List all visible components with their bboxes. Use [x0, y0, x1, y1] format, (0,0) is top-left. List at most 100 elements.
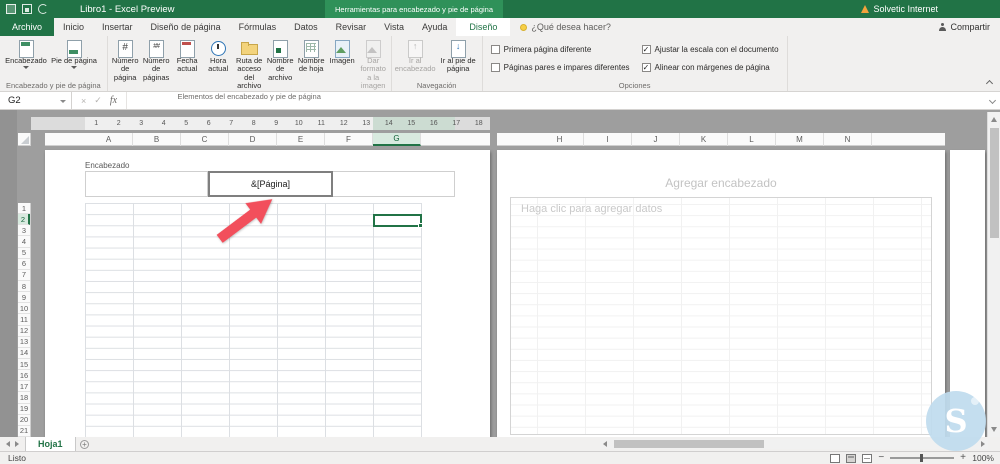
horizontal-scrollbar-thumb[interactable]	[614, 440, 764, 448]
zoom-level[interactable]: 100%	[972, 453, 994, 463]
row-header-11[interactable]: 11	[18, 314, 30, 326]
imagen-button[interactable]: Imagen	[327, 37, 358, 91]
ribbon-tab-diseno-de-pagina[interactable]: Diseño de página	[142, 18, 230, 36]
column-header-f[interactable]: F	[325, 133, 373, 146]
row-header-18[interactable]: 18	[18, 392, 30, 404]
scroll-up-icon[interactable]	[991, 117, 997, 122]
pie-de-pagina-button[interactable]: Pie de página	[50, 37, 98, 80]
column-header-b[interactable]: B	[133, 133, 181, 146]
tell-me-box[interactable]: ¿Qué desea hacer?	[510, 18, 621, 36]
vertical-scrollbar[interactable]	[987, 112, 1000, 437]
paginas-pares-e-impares-diferentes-checkbox[interactable]: Páginas pares e impares diferentes	[490, 61, 630, 74]
column-header-h[interactable]: H	[536, 133, 584, 146]
ruta-de-acceso-del-archivo-button[interactable]: Ruta de acceso del archivo	[234, 37, 265, 91]
zoom-slider-thumb[interactable]	[920, 454, 924, 462]
ribbon-tab-vista[interactable]: Vista	[375, 18, 413, 36]
row-header-4[interactable]: 4	[18, 236, 30, 248]
nombre-de-hoja-button[interactable]: Nombre de hoja	[296, 37, 327, 91]
row-header-20[interactable]: 20	[18, 415, 30, 426]
cell-grid-page1[interactable]	[85, 203, 422, 437]
header-left-section[interactable]	[85, 171, 208, 197]
column-header-g[interactable]: G	[373, 133, 421, 146]
row-header-19[interactable]: 19	[18, 404, 30, 415]
account-info[interactable]: Solvetic Internet	[861, 4, 938, 14]
alinear-con-margenes-de-pagina-checkbox[interactable]: ✓ Alinear con márgenes de página	[641, 61, 779, 74]
row-header-5[interactable]: 5	[18, 248, 30, 259]
page2-data-region[interactable]: Haga clic para agregar datos	[510, 197, 932, 435]
primera-pagina-diferente-checkbox[interactable]: Primera página diferente	[490, 43, 630, 56]
cancel-icon[interactable]: ×	[81, 96, 86, 106]
hora-actual-button[interactable]: Hora actual	[203, 37, 234, 91]
row-header-16[interactable]: 16	[18, 370, 30, 382]
header-right-section[interactable]	[333, 171, 455, 197]
name-box[interactable]: G2	[0, 92, 72, 109]
ribbon-tab-formulas[interactable]: Fórmulas	[230, 18, 286, 36]
zoom-out-button[interactable]: −	[878, 453, 884, 463]
ribbon-tab-insertar[interactable]: Insertar	[93, 18, 142, 36]
row-header-17[interactable]: 17	[18, 381, 30, 393]
numero-de-paginas-button[interactable]: Número de páginas	[141, 37, 172, 91]
row-header-15[interactable]: 15	[18, 359, 30, 371]
enter-icon[interactable]: ✓	[94, 95, 102, 106]
collapse-ribbon-icon[interactable]	[985, 79, 994, 88]
zoom-in-button[interactable]: +	[960, 453, 966, 463]
row-header-21[interactable]: 21	[18, 426, 30, 437]
group-opciones: Primera página diferente Páginas pares e …	[483, 36, 788, 91]
column-header-a[interactable]: A	[85, 133, 133, 146]
expand-formula-bar-button[interactable]	[984, 92, 1000, 109]
scroll-left-icon[interactable]	[603, 441, 607, 447]
scroll-right-icon[interactable]	[981, 441, 985, 447]
add-header-placeholder[interactable]: Agregar encabezado	[497, 176, 945, 190]
undo-icon[interactable]	[38, 4, 48, 14]
zoom-slider[interactable]	[890, 454, 955, 462]
column-header-k[interactable]: K	[680, 133, 728, 146]
column-header-m[interactable]: M	[776, 133, 824, 146]
column-header-i[interactable]: I	[584, 133, 632, 146]
column-header-e[interactable]: E	[277, 133, 325, 146]
row-header-10[interactable]: 10	[18, 303, 30, 315]
row-header-2[interactable]: 2	[18, 214, 30, 226]
column-header-d[interactable]: D	[229, 133, 277, 146]
row-header-7[interactable]: 7	[18, 270, 30, 281]
header-center-section[interactable]: &[Página]	[208, 171, 333, 197]
selected-cell-g2[interactable]	[373, 214, 423, 228]
column-header-j[interactable]: J	[632, 133, 680, 146]
ribbon-tab-ayuda[interactable]: Ayuda	[413, 18, 456, 36]
normal-view-button[interactable]	[830, 453, 841, 463]
next-sheet-icon[interactable]	[15, 441, 19, 447]
page-layout-view-button[interactable]	[846, 453, 857, 463]
horizontal-scrollbar[interactable]	[600, 439, 988, 449]
new-sheet-button[interactable]: +	[76, 437, 94, 451]
sheet-tab-hoja1[interactable]: Hoja1	[25, 437, 76, 451]
vertical-scrollbar-thumb[interactable]	[990, 128, 999, 238]
row-header-1[interactable]: 1	[18, 203, 30, 215]
ribbon-tab-datos[interactable]: Datos	[285, 18, 327, 36]
previous-sheet-icon[interactable]	[6, 441, 10, 447]
row-header-8[interactable]: 8	[18, 281, 30, 293]
save-icon[interactable]	[22, 4, 32, 14]
nombre-de-archivo-button[interactable]: Nombre de archivo	[265, 37, 296, 91]
select-all-corner[interactable]	[18, 133, 31, 146]
scroll-down-icon[interactable]	[991, 427, 997, 432]
column-header-l[interactable]: L	[728, 133, 776, 146]
row-header-12[interactable]: 12	[18, 326, 30, 337]
ribbon-tab-inicio[interactable]: Inicio	[54, 18, 93, 36]
row-header-3[interactable]: 3	[18, 225, 30, 237]
fecha-actual-button[interactable]: Fecha actual	[172, 37, 203, 91]
ir-al-pie-de-pagina-button[interactable]: Ir al pie de página	[437, 37, 480, 80]
row-header-14[interactable]: 14	[18, 348, 30, 359]
name-box-dropdown-icon[interactable]	[60, 100, 66, 103]
column-header-n[interactable]: N	[824, 133, 872, 146]
ajustar-la-escala-con-el-documento-checkbox[interactable]: ✓ Ajustar la escala con el documento	[641, 43, 779, 56]
row-header-13[interactable]: 13	[18, 337, 30, 348]
encabezado-button[interactable]: Encabezado	[2, 37, 50, 80]
ribbon-tab-revisar[interactable]: Revisar	[327, 18, 376, 36]
share-button[interactable]: Compartir	[929, 18, 1000, 36]
row-header-9[interactable]: 9	[18, 292, 30, 304]
row-header-6[interactable]: 6	[18, 259, 30, 270]
numero-de-pagina-button[interactable]: Número de página	[110, 37, 141, 91]
tab-diseno-contextual[interactable]: Diseño	[456, 18, 511, 36]
column-header-c[interactable]: C	[181, 133, 229, 146]
page-break-view-button[interactable]	[862, 453, 873, 463]
tab-archivo[interactable]: Archivo	[0, 18, 55, 36]
